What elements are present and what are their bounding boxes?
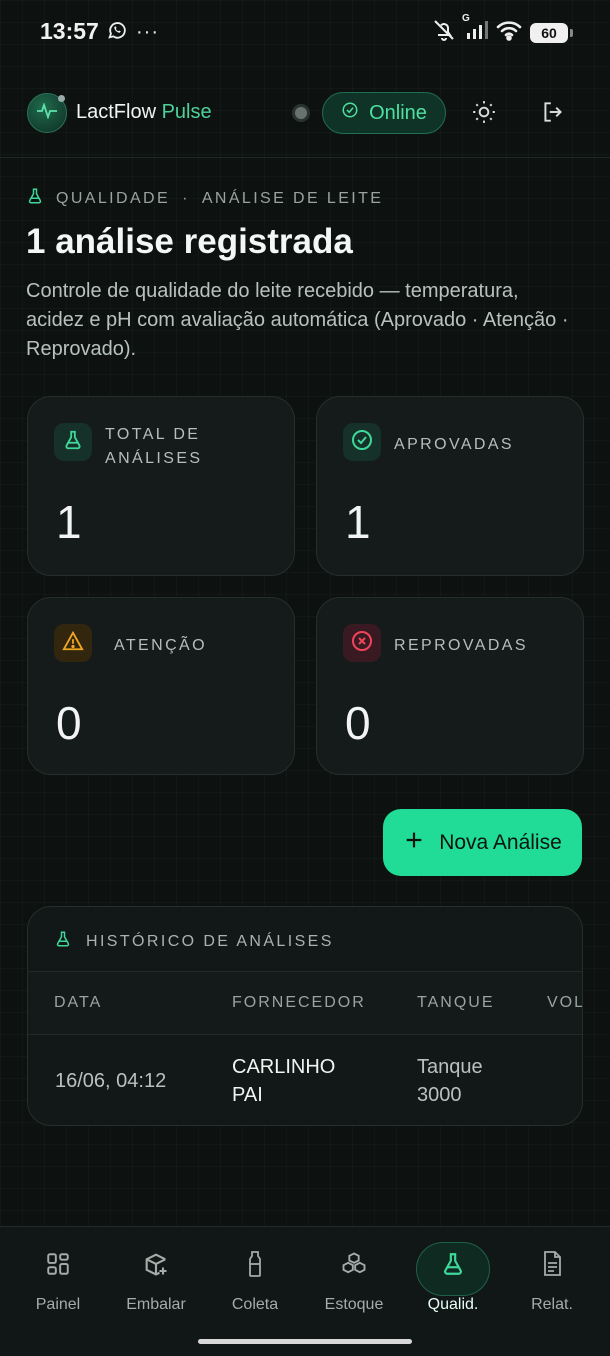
stat-value: 0 [56,697,82,749]
nav-item-qualidade[interactable]: Qualid. [409,1244,497,1314]
nav-item-painel[interactable]: Painel [14,1244,102,1314]
logo-status-dot [58,95,65,102]
nav-item-coleta[interactable]: Coleta [211,1244,299,1314]
sync-status-dot [292,104,310,122]
x-circle-icon [350,629,374,658]
status-time: 13:57 [40,18,99,44]
nav-label: Embalar [126,1296,186,1313]
flask-icon [54,929,72,954]
column-header-supplier[interactable]: FORNECEDOR [232,994,366,1012]
status-notification-icons: ··· [106,19,159,46]
plus-icon [403,829,425,857]
battery-indicator: 60 [530,22,573,43]
online-label: Online [369,101,427,124]
more-notifications-icon: ··· [136,21,159,43]
milk-bottle-icon [243,1250,267,1283]
stat-icon-box [54,423,92,461]
flask-icon [26,186,44,211]
nav-label: Painel [35,1296,81,1313]
logout-button[interactable] [533,94,573,134]
stat-card-total: TOTAL DE ANÁLISES 1 [27,396,295,576]
new-analysis-button[interactable]: Nova Análise [383,809,582,876]
grid-icon [45,1251,71,1282]
column-header-tank[interactable]: TANQUE [417,994,494,1012]
logout-icon [540,99,566,130]
page-title: 1 análise registrada [26,222,353,261]
nav-item-estoque[interactable]: Estoque [310,1244,398,1314]
nav-label: Coleta [231,1296,279,1313]
pulse-icon [36,101,58,124]
stat-label: APROVADAS [394,436,514,453]
network-type-label: G [462,13,470,24]
flask-icon [440,1250,466,1283]
stat-label: TOTAL DE ANÁLISES [105,426,203,467]
app-brand: LactFlow Pulse [76,101,212,124]
stat-value: 1 [56,496,82,548]
nav-label: Estoque [324,1296,384,1313]
package-plus-icon [142,1250,170,1283]
page-description: Controle de qualidade do leite recebido … [26,280,569,360]
theme-toggle-button[interactable] [464,94,504,134]
check-circle-icon [350,428,374,457]
stat-card-approved: APROVADAS 1 [316,396,584,576]
boxes-icon [340,1250,368,1283]
signal-icon: G [462,13,488,46]
stat-icon-box [343,423,381,461]
check-circle-icon [341,101,359,125]
nav-label: Relat. [531,1296,573,1313]
breadcrumb-separator: · [182,189,190,207]
stat-label: ATENÇÃO [114,637,207,654]
nav-label: Qualid. [427,1296,479,1313]
column-header-date[interactable]: DATA [54,994,102,1012]
cell-supplier: CARLINHO PAI [232,1056,336,1106]
stat-label: REPROVADAS [394,637,528,654]
warning-icon [61,630,85,657]
status-bar: 13:57 ··· G 60 [0,0,610,62]
brand-name: LactFlow [76,101,157,123]
brand-accent: Pulse [161,101,212,123]
new-analysis-label: Nova Análise [439,830,562,854]
stat-icon-box [54,624,92,662]
whatsapp-icon [106,19,128,46]
home-indicator[interactable] [198,1339,412,1344]
cell-tank: Tanque 3000 [417,1056,483,1106]
flask-icon [62,429,84,456]
online-status-badge[interactable]: Online [322,92,446,134]
history-header: HISTÓRICO DE ANÁLISES [54,929,334,954]
cell-date: 16/06, 04:12 [55,1070,167,1092]
sun-icon [471,99,497,130]
analysis-history-card: HISTÓRICO DE ANÁLISES DATA FORNECEDOR TA… [27,906,583,1126]
history-title: HISTÓRICO DE ANÁLISES [86,932,334,950]
breadcrumb-section: QUALIDADE [56,189,171,207]
stat-card-rejected: REPROVADAS 0 [316,597,584,775]
breadcrumb-subsection: ANÁLISE DE LEITE [201,189,384,207]
app-header: LactFlow Pulse Online [0,70,610,158]
nav-item-embalar[interactable]: Embalar [112,1244,200,1314]
wifi-icon [496,19,522,46]
section-breadcrumb: QUALIDADE · ANÁLISE DE LEITE [26,186,383,211]
report-icon [540,1250,564,1283]
column-header-volume[interactable]: VOL [547,994,582,1012]
stat-icon-box [343,624,381,662]
nav-item-relatorios[interactable]: Relat. [508,1244,596,1314]
app-logo[interactable] [27,93,67,133]
stat-card-attention: ATENÇÃO 0 [27,597,295,775]
stat-value: 0 [345,697,371,749]
table-row[interactable]: 16/06, 04:12 CARLINHO PAI Tanque 3000 [28,1035,582,1125]
stat-value: 1 [345,496,371,548]
mute-icon [432,18,456,47]
table-header: DATA FORNECEDOR TANQUE VOL [28,971,582,1035]
